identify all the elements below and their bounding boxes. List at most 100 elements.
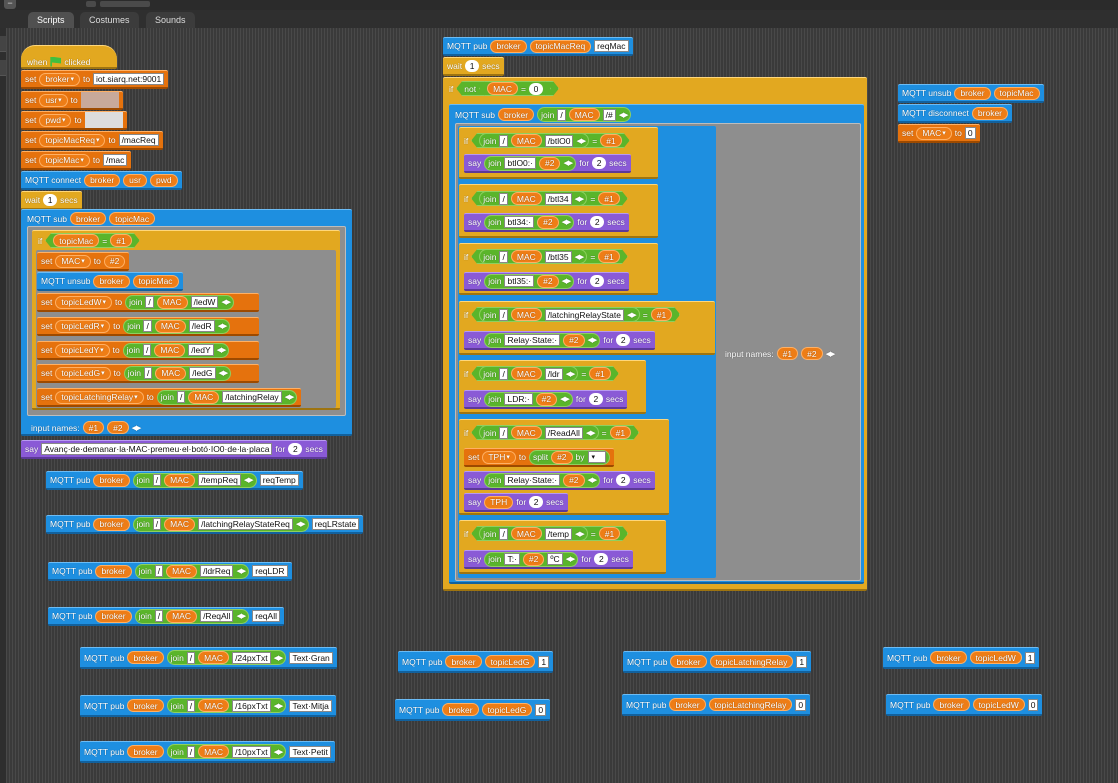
green-flag-icon xyxy=(50,56,62,67)
var-dropdown[interactable]: topicMacReq ▾ xyxy=(39,133,106,147)
mqtt-pub-block[interactable]: MQTT pub broker join / MAC/latchingRelaySta… xyxy=(46,515,364,534)
label: MQTT connect xyxy=(25,175,82,185)
value-slot[interactable]: iot.siarq.net:9001 xyxy=(93,73,165,85)
join-reporter[interactable]: join / MAC/ledR ◀▶ xyxy=(123,318,231,334)
var-dropdown[interactable]: pwd ▾ xyxy=(39,113,72,127)
wait-block[interactable]: wait 1 secs xyxy=(21,191,82,210)
mqtt-sub-header: MQTT sub broker join / MAC/# ◀▶ xyxy=(451,105,635,124)
palette-strip[interactable] xyxy=(0,28,6,783)
label: to xyxy=(70,95,78,105)
mqtt-disconnect-block[interactable]: MQTT disconnect broker xyxy=(898,104,1013,123)
join-reporter[interactable]: join / MAC/latchingRelay ◀▶ xyxy=(156,389,298,405)
var-dropdown[interactable]: topicMac ▾ xyxy=(39,153,90,167)
mqtt-connect-block[interactable]: MQTT connect broker usr pwd xyxy=(21,171,182,190)
var-dropdown[interactable]: MAC ▾ xyxy=(55,254,91,268)
label: set xyxy=(25,95,37,105)
number-slot[interactable]: 1 xyxy=(43,194,58,206)
set-topicmac-block[interactable]: set topicMac ▾ to /mac xyxy=(21,151,132,170)
tab-sounds[interactable]: Sounds xyxy=(146,12,195,28)
set-topicledw-block[interactable]: set topicLedW ▾ to join / MAC/ledW ◀▶ xyxy=(37,293,259,312)
var-reporter[interactable]: topicMac xyxy=(109,212,156,225)
when-flag-clicked-block[interactable]: when clicked xyxy=(23,52,94,71)
var-reporter[interactable]: pwd xyxy=(149,173,178,187)
mqtt-pub-block[interactable]: MQTT pub broker topicLedW 1 xyxy=(883,647,1040,669)
set-tph-block[interactable]: set TPH ▾ to split #2 by ▾ xyxy=(464,448,614,467)
param-reporter[interactable]: #2 xyxy=(103,254,126,268)
value-slot[interactable]: /macReq xyxy=(118,134,159,146)
var-reporter[interactable]: topicMac xyxy=(53,234,99,247)
number-slot[interactable]: 2 xyxy=(288,443,303,455)
mqtt-pub-block[interactable]: MQTT pub broker join / MAC/16pxTxt ◀▶ Text·M… xyxy=(80,695,336,717)
join-reporter[interactable]: join / MAC/ledW ◀▶ xyxy=(125,294,235,310)
redacted-value xyxy=(84,112,123,128)
set-topicledy-block[interactable]: set topicLedY ▾ to join / MAC/ledY ◀▶ xyxy=(37,341,259,360)
set-usr-block[interactable]: set usr ▾ to xyxy=(21,91,123,110)
mqtt-pub-block[interactable]: MQTT pub broker topicLedG 0 xyxy=(395,699,551,721)
param-reporter[interactable]: #1 xyxy=(82,421,105,434)
mqtt-pub-block[interactable]: MQTT pub broker topicLedW 0 xyxy=(886,694,1043,716)
top-toolbar: − xyxy=(0,0,1118,10)
mqtt-unsub-block[interactable]: MQTT unsub broker topicMac xyxy=(37,272,183,291)
var-reporter[interactable]: broker xyxy=(93,274,130,288)
sprite-icon xyxy=(86,1,96,7)
mqtt-pub-block[interactable]: MQTT pub broker join / MAC/24pxTxt ◀▶ Text·G… xyxy=(80,647,337,669)
mqtt-pub-block[interactable]: MQTT pub broker join / MAC/ReqAll ◀▶ reqAll xyxy=(48,607,284,626)
label: MQTT unsub xyxy=(41,276,91,286)
set-topiclatchingrelay-block[interactable]: set topicLatchingRelay ▾ to join / MAC/latc… xyxy=(37,388,302,407)
set-mac-block[interactable]: set MAC ▾ to #2 xyxy=(37,252,130,271)
set-topicledr-block[interactable]: set topicLedR ▾ to join / MAC/ledR ◀▶ xyxy=(37,317,259,336)
input-names: input names: #1 #2 ◀▶ xyxy=(725,347,835,360)
var-dropdown[interactable]: usr ▾ xyxy=(39,93,68,107)
join-reporter[interactable]: join / MAC/ledG ◀▶ xyxy=(123,365,232,381)
tab-scripts[interactable]: Scripts xyxy=(28,12,74,28)
text-slot[interactable]: Avanç·de·demanar·la·MAC·premeu·el·botó·I… xyxy=(41,443,273,455)
equals-predicate[interactable]: MAC = 0 xyxy=(479,81,551,96)
not-predicate[interactable]: not MAC = 0 xyxy=(456,81,559,96)
say-for-secs-block[interactable]: say Avanç·de·demanar·la·MAC·premeu·el·bo… xyxy=(21,440,327,459)
wait-block[interactable]: wait 1 secs xyxy=(443,57,504,76)
mqtt-pub-block[interactable]: MQTT pub broker join / MAC/tempReq ◀▶ reqTem… xyxy=(46,471,303,490)
label: to xyxy=(93,256,101,266)
set-pwd-block[interactable]: set pwd ▾ to xyxy=(21,111,127,130)
redacted-value xyxy=(80,92,119,108)
join-reporter[interactable]: join / MAC/ledY ◀▶ xyxy=(122,342,230,358)
param-reporter[interactable]: #2 xyxy=(107,421,129,434)
label: set xyxy=(25,74,37,84)
param-reporter[interactable]: #1 xyxy=(110,234,131,247)
tab-costumes[interactable]: Costumes xyxy=(80,12,139,28)
say-for-secs-block[interactable]: say join Relay·State:· #2 ◀▶ for 2 secs xyxy=(464,471,655,490)
menu-icon[interactable]: − xyxy=(4,0,16,9)
mqtt-unsub-block[interactable]: MQTT unsub broker topicMac xyxy=(898,84,1044,103)
say-for-secs-block[interactable]: say TPH for 2 secs xyxy=(464,493,568,512)
if-header: if join / MAC/btl34 ◀▶ = #1 xyxy=(460,189,632,208)
say-for-secs-block[interactable]: say join T:· #2 ºC ◀▶ for 2 secs xyxy=(464,550,633,569)
set-broker-block[interactable]: set broker ▾ to iot.siarq.net:9001 xyxy=(21,70,169,89)
say-for-secs-block[interactable]: say join btl35:· #2 ◀▶ for 2 secs xyxy=(464,272,629,291)
mqtt-pub-block[interactable]: MQTT pub broker topicLatchingRelay 1 xyxy=(623,651,812,673)
say-for-secs-block[interactable]: say join Relay·State:· #2 ◀▶ for 2 secs xyxy=(464,331,655,350)
say-for-secs-block[interactable]: say join btlO0:· #2 ◀▶ for 2 secs xyxy=(464,154,631,173)
var-dropdown[interactable]: broker ▾ xyxy=(39,72,80,86)
var-reporter[interactable]: topicMac xyxy=(132,274,179,288)
value-slot[interactable]: /mac xyxy=(102,154,128,166)
say-for-secs-block[interactable]: say join LDR:· #2 ◀▶ for 2 secs xyxy=(464,390,628,409)
mqtt-pub-block[interactable]: MQTT pub broker join / MAC/ldrReq ◀▶ reqLDR xyxy=(48,562,292,581)
arrows-icon[interactable]: ◀▶ xyxy=(132,424,142,432)
label: to xyxy=(92,155,100,165)
mqtt-pub-block[interactable]: MQTT pub broker topicLatchingRelay 0 xyxy=(622,694,811,716)
mqtt-pub-block[interactable]: MQTT pub broker join / MAC/10pxTxt ◀▶ Text·P… xyxy=(80,741,335,763)
label: if xyxy=(38,235,43,246)
if-header: if not MAC = 0 xyxy=(445,79,563,98)
set-mac-block[interactable]: set MAC ▾ to 0 xyxy=(898,124,980,143)
mqtt-pub-block[interactable]: MQTT pub broker topicLedG 1 xyxy=(398,651,554,673)
var-reporter[interactable]: usr xyxy=(123,173,147,187)
sprite-name xyxy=(100,1,150,7)
say-for-secs-block[interactable]: say join btl34:· #2 ◀▶ for 2 secs xyxy=(464,213,629,232)
label: set xyxy=(25,155,37,165)
mqtt-pub-block[interactable]: MQTT pub broker topicMacReq reqMac xyxy=(443,37,633,56)
set-topicmacreq-block[interactable]: set topicMacReq ▾ to /macReq xyxy=(21,131,163,150)
set-topicledg-block[interactable]: set topicLedG ▾ to join / MAC/ledG ◀▶ xyxy=(37,364,259,383)
equals-predicate[interactable]: topicMac = #1 xyxy=(45,233,139,248)
var-reporter[interactable]: broker xyxy=(84,173,121,187)
var-reporter[interactable]: broker xyxy=(70,212,107,225)
